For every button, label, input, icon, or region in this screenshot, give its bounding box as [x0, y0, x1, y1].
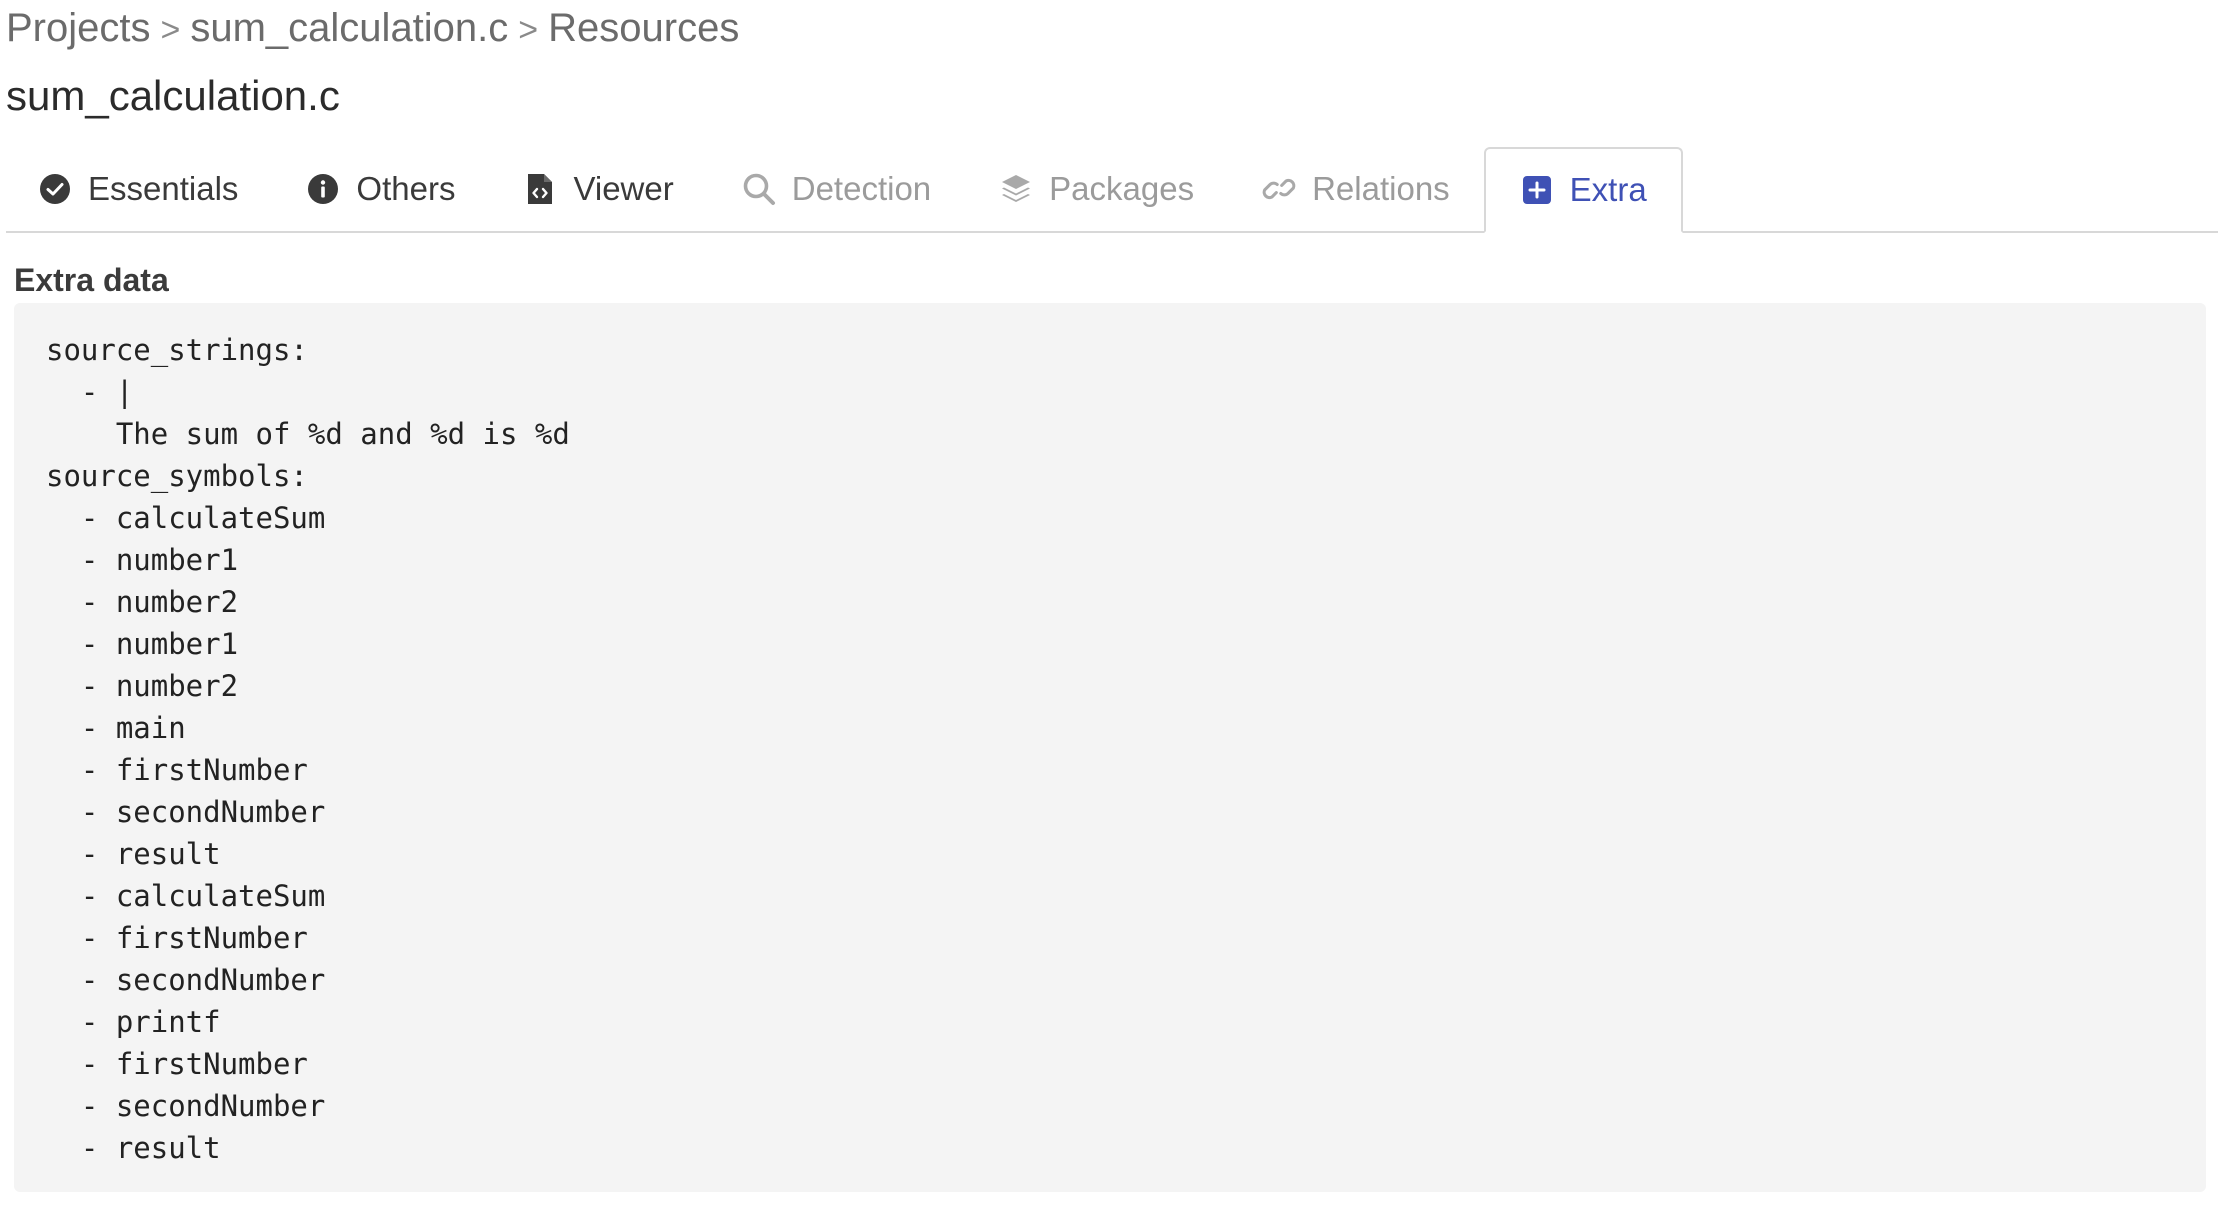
breadcrumb: Projects > sum_calculation.c > Resources	[6, 2, 739, 56]
breadcrumb-item-resources[interactable]: Resources	[548, 6, 739, 50]
extra-data-label: Extra data	[14, 262, 169, 298]
tab-label: Viewer	[573, 170, 674, 207]
tab-bar: Essentials Others Viewer Detection Packa…	[6, 147, 2218, 233]
info-circle-icon	[306, 172, 340, 206]
tab-label: Others	[356, 170, 456, 207]
extra-data-content: source_strings: - | The sum of %d and %d…	[46, 333, 570, 1165]
page-title: sum_calculation.c	[6, 72, 340, 119]
check-circle-icon	[38, 172, 72, 206]
tab-label: Relations	[1312, 170, 1450, 207]
link-icon	[1262, 172, 1296, 206]
plus-square-icon	[1520, 173, 1554, 207]
tab-extra[interactable]: Extra	[1483, 147, 1683, 233]
tab-label: Essentials	[88, 170, 239, 207]
breadcrumb-separator: >	[160, 11, 181, 49]
tab-label: Extra	[1569, 171, 1647, 208]
breadcrumb-separator: >	[518, 11, 539, 49]
tab-others[interactable]: Others	[272, 147, 489, 231]
tab-label: Packages	[1049, 170, 1195, 207]
tab-relations[interactable]: Relations	[1228, 147, 1484, 231]
tab-viewer[interactable]: Viewer	[489, 147, 707, 231]
tab-packages[interactable]: Packages	[965, 147, 1228, 231]
page: Projects > sum_calculation.c > Resources sum…	[0, 0, 2218, 1209]
tab-essentials[interactable]: Essentials	[6, 147, 272, 231]
search-icon	[742, 172, 776, 206]
breadcrumb-item-projects[interactable]: Projects	[6, 6, 151, 50]
breadcrumb-item-file[interactable]: sum_calculation.c	[190, 6, 508, 50]
extra-data-panel: source_strings: - | The sum of %d and %d…	[14, 303, 2206, 1192]
tab-label: Detection	[791, 170, 932, 207]
file-code-icon	[523, 172, 557, 206]
layers-icon	[999, 172, 1033, 206]
tab-detection[interactable]: Detection	[708, 147, 965, 231]
